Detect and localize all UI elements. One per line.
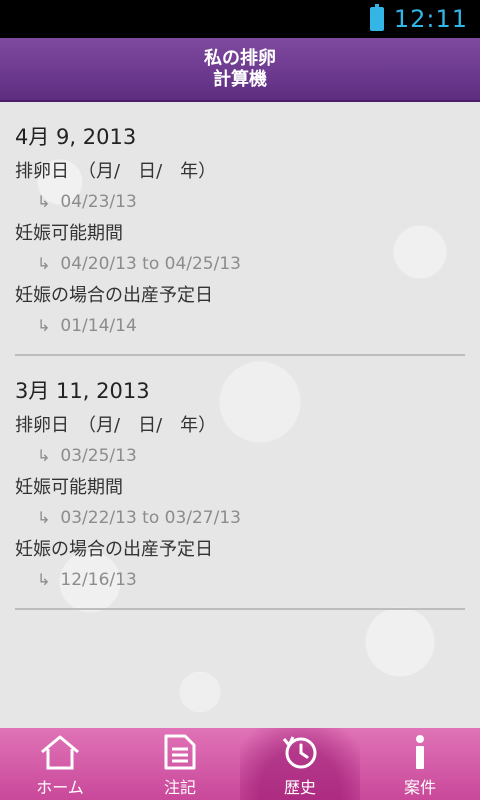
due-date-value-row: ↳ 01/14/14: [15, 310, 465, 342]
return-arrow-icon: ↳: [37, 316, 51, 335]
tab-about[interactable]: 案件: [360, 728, 480, 800]
app-title-line1: 私の排卵: [204, 48, 276, 69]
return-arrow-icon: ↳: [37, 254, 51, 273]
ovulation-value-row: ↳ 04/23/13: [15, 186, 465, 218]
tab-history[interactable]: 歴史: [240, 728, 360, 800]
due-date-value-row: ↳ 12/16/13: [15, 564, 465, 596]
due-date-label: 妊娠の場合の出産予定日: [15, 285, 213, 306]
due-date-label: 妊娠の場合の出産予定日: [15, 539, 213, 560]
fertile-window-label: 妊娠可能期間: [15, 477, 123, 498]
tab-home-label: ホーム: [36, 778, 84, 797]
tab-about-label: 案件: [403, 778, 436, 797]
return-arrow-icon: ↳: [37, 508, 51, 527]
history-clock-icon: [282, 736, 317, 769]
fertile-window-value-row: ↳ 04/20/13 to 04/25/13: [15, 248, 465, 280]
app-title-line2: 計算機: [213, 69, 267, 90]
fertile-window-label: 妊娠可能期間: [15, 223, 123, 244]
fertile-window-value-row: ↳ 03/22/13 to 03/27/13: [15, 502, 465, 534]
record-date: 3月 11, 2013: [15, 379, 150, 403]
status-clock: 12:11: [393, 5, 468, 33]
battery-icon: [369, 4, 384, 31]
tab-home[interactable]: ホーム: [0, 728, 120, 800]
history-record[interactable]: 4月 9, 2013 排卵日 （月/ 日/ 年） ↳ 04/23/13 妊娠可能…: [0, 122, 480, 356]
ovulation-value: 03/25/13: [60, 446, 137, 466]
record-divider: [15, 608, 465, 610]
tab-notes-label: 注記: [163, 778, 196, 797]
return-arrow-icon: ↳: [37, 446, 51, 465]
history-list[interactable]: 4月 9, 2013 排卵日 （月/ 日/ 年） ↳ 04/23/13 妊娠可能…: [0, 102, 480, 728]
tab-history-label: 歴史: [283, 778, 316, 797]
status-bar: 12:11: [0, 0, 480, 38]
info-icon: [416, 735, 424, 769]
due-date-value: 01/14/14: [60, 316, 137, 336]
app-title-bar: 私の排卵 計算機: [0, 38, 480, 102]
fertile-window-value: 03/22/13 to 03/27/13: [60, 508, 241, 528]
ovulation-label: 排卵日 （月/ 日/ 年）: [15, 161, 217, 182]
ovulation-value: 04/23/13: [60, 192, 137, 212]
home-icon: [41, 735, 79, 770]
history-record[interactable]: 3月 11, 2013 排卵日 （月/ 日/ 年） ↳ 03/25/13 妊娠可…: [0, 376, 480, 610]
return-arrow-icon: ↳: [37, 192, 51, 211]
return-arrow-icon: ↳: [37, 570, 51, 589]
fertile-window-value: 04/20/13 to 04/25/13: [60, 254, 241, 274]
due-date-value: 12/16/13: [60, 570, 137, 590]
record-date: 4月 9, 2013: [15, 125, 137, 149]
record-divider: [15, 354, 465, 356]
bottom-tab-bar: ホーム 注記 歴史 案件: [0, 728, 480, 800]
document-icon: [164, 734, 196, 770]
ovulation-value-row: ↳ 03/25/13: [15, 440, 465, 472]
ovulation-label: 排卵日 （月/ 日/ 年）: [15, 415, 217, 436]
tab-notes[interactable]: 注記: [120, 728, 240, 800]
